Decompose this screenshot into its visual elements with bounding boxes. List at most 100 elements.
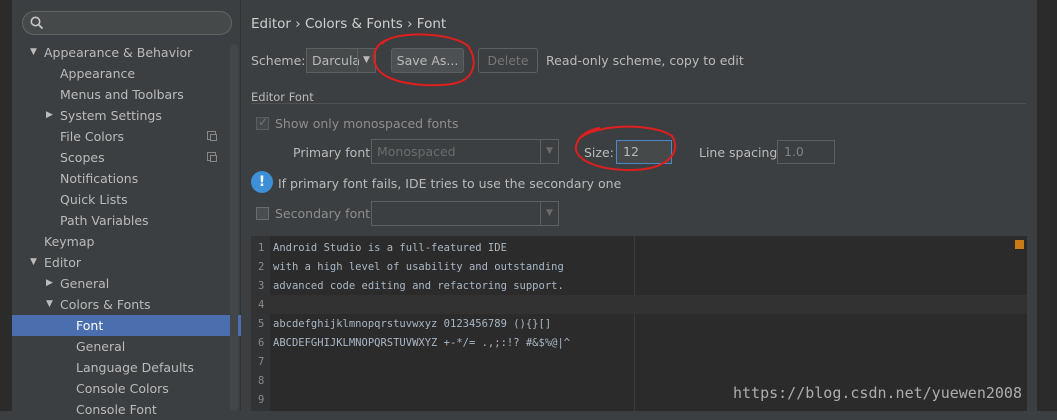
tree-item-font[interactable]: Font: [12, 315, 241, 336]
primary-font-label: Primary font:: [293, 145, 375, 160]
settings-tree: ▼ Appearance & Behavior Appearance Menus …: [12, 42, 241, 420]
breadcrumb-editor: Editor: [251, 16, 291, 32]
breadcrumb-colors-fonts: Colors & Fonts: [304, 16, 403, 32]
line-number: 3: [258, 280, 265, 292]
section-title-editor-font: Editor Font: [251, 90, 314, 104]
tree-item-file-colors[interactable]: File Colors: [12, 126, 241, 147]
line-text: with a high level of usability and outst…: [273, 261, 564, 273]
secondary-font-dropdown[interactable]: ▼: [371, 201, 559, 226]
breadcrumb-font: Font: [416, 16, 447, 32]
tree-item-label: Console Font: [76, 402, 157, 417]
sidebar-scrollbar[interactable]: [230, 44, 238, 411]
dropdown-arrow-icon: ▼: [540, 140, 558, 163]
expand-arrow-icon[interactable]: ▼: [46, 294, 53, 315]
dropdown-arrow-icon: ▼: [540, 202, 558, 225]
size-input[interactable]: 12: [616, 140, 672, 164]
tree-item-label: Editor: [44, 255, 81, 270]
tree-item-editor[interactable]: ▼ Editor: [12, 252, 241, 273]
info-icon: !: [251, 171, 273, 193]
delete-button[interactable]: Delete: [478, 48, 538, 73]
tree-item-general[interactable]: ▶ General: [12, 273, 241, 294]
tree-item-system-settings[interactable]: ▶ System Settings: [12, 105, 241, 126]
font-preview-editor[interactable]: 1 Android Studio is a full-featured IDE 2…: [251, 236, 1027, 411]
line-number: 2: [258, 261, 265, 273]
tree-item-keymap[interactable]: Keymap: [12, 231, 241, 252]
tree-item-label: File Colors: [60, 129, 125, 144]
breadcrumb-separator: ›: [407, 16, 413, 32]
preview-line: 2 with a high level of usability and outs…: [251, 257, 1027, 276]
expand-arrow-icon[interactable]: ▶: [46, 105, 53, 126]
background-window-strip: [0, 0, 12, 411]
tree-item-scopes[interactable]: Scopes: [12, 147, 241, 168]
tree-item-colors-general[interactable]: General: [12, 336, 241, 357]
tree-item-label: System Settings: [60, 108, 162, 123]
tree-item-appearance[interactable]: Appearance: [12, 63, 241, 84]
tree-item-label: Language Defaults: [76, 360, 194, 375]
tree-item-language-defaults[interactable]: Language Defaults: [12, 357, 241, 378]
show-mono-label: Show only monospaced fonts: [275, 116, 459, 131]
expand-arrow-icon[interactable]: ▼: [30, 42, 37, 63]
section-divider: [251, 103, 1026, 104]
project-copy-icon: [207, 152, 217, 162]
tree-item-menus-toolbars[interactable]: Menus and Toolbars: [12, 84, 241, 105]
primary-font-dropdown[interactable]: Monospaced ▼: [371, 139, 559, 164]
save-as-button[interactable]: Save As...: [391, 48, 464, 73]
scheme-dropdown[interactable]: Darcula ▼: [306, 48, 376, 73]
line-spacing-label: Line spacing:: [699, 145, 782, 160]
line-number: 8: [258, 375, 265, 387]
tree-item-colors-fonts[interactable]: ▼ Colors & Fonts: [12, 294, 241, 315]
tree-item-notifications[interactable]: Notifications: [12, 168, 241, 189]
tree-item-console-colors[interactable]: Console Colors: [12, 378, 241, 399]
tree-item-console-font[interactable]: Console Font: [12, 399, 241, 420]
tree-item-label: Path Variables: [60, 213, 149, 228]
tree-item-label: Notifications: [60, 171, 139, 186]
scheme-value: Darcula: [312, 53, 361, 68]
readonly-scheme-text: Read-only scheme, copy to edit: [546, 53, 744, 68]
project-copy-icon: [207, 131, 217, 141]
breadcrumb-separator: ›: [295, 16, 301, 32]
tree-item-appearance-behavior[interactable]: ▼ Appearance & Behavior: [12, 42, 241, 63]
preview-line: 7: [251, 352, 1027, 371]
line-text: advanced code editing and refactoring su…: [273, 280, 564, 292]
search-icon: [30, 16, 44, 30]
tree-item-label: Scopes: [60, 150, 105, 165]
line-number: 4: [258, 299, 265, 311]
background-window-strip-right: [1037, 0, 1057, 411]
line-number: 9: [258, 394, 265, 406]
line-number: 7: [258, 356, 265, 368]
search-input[interactable]: [22, 11, 232, 35]
line-text: abcdefghijklmnopqrstuvwxyz 0123456789 ()…: [273, 318, 552, 330]
preview-line-current: 4: [251, 295, 1027, 314]
preview-line: 3 advanced code editing and refactoring s…: [251, 276, 1027, 295]
preview-line: 6 ABCDEFGHIJKLMNOPQRSTUVWXYZ +-*/= .,;:!?…: [251, 333, 1027, 352]
tree-item-label: Quick Lists: [60, 192, 128, 207]
line-number: 1: [258, 242, 265, 254]
tree-item-label: General: [60, 276, 110, 291]
scheme-label: Scheme:: [251, 53, 306, 68]
settings-sidebar: ▼ Appearance & Behavior Appearance Menus …: [12, 0, 241, 417]
secondary-font-checkbox[interactable]: [256, 207, 269, 220]
tree-item-label: Appearance & Behavior: [44, 45, 193, 60]
preview-line: 5 abcdefghijklmnopqrstuvwxyz 0123456789 (…: [251, 314, 1027, 333]
breadcrumb: Editor › Colors & Fonts › Font: [251, 16, 446, 32]
tree-item-quick-lists[interactable]: Quick Lists: [12, 189, 241, 210]
expand-arrow-icon[interactable]: ▶: [46, 273, 53, 294]
error-stripe-marker[interactable]: [1015, 240, 1024, 249]
watermark-text: https://blog.csdn.net/yuewen2008: [733, 384, 1022, 402]
tree-item-label: Font: [76, 318, 104, 333]
tree-item-label: Console Colors: [76, 381, 169, 396]
tree-item-label: Colors & Fonts: [60, 297, 151, 312]
line-text: Android Studio is a full-featured IDE: [273, 242, 507, 254]
line-spacing-input[interactable]: 1.0: [777, 140, 835, 164]
expand-arrow-icon[interactable]: ▼: [30, 252, 37, 273]
dropdown-arrow-icon: ▼: [357, 49, 375, 72]
settings-panel: Editor › Colors & Fonts › Font Scheme: D…: [242, 0, 1037, 411]
info-text: If primary font fails, IDE tries to use …: [278, 176, 622, 191]
tree-item-path-variables[interactable]: Path Variables: [12, 210, 241, 231]
show-mono-checkbox[interactable]: [256, 115, 269, 130]
tree-item-label: General: [76, 339, 126, 354]
line-text: ABCDEFGHIJKLMNOPQRSTUVWXYZ +-*/= .,;:!? …: [273, 337, 571, 349]
primary-font-value: Monospaced: [377, 144, 456, 159]
line-number: 6: [258, 337, 265, 349]
line-number: 5: [258, 318, 265, 330]
